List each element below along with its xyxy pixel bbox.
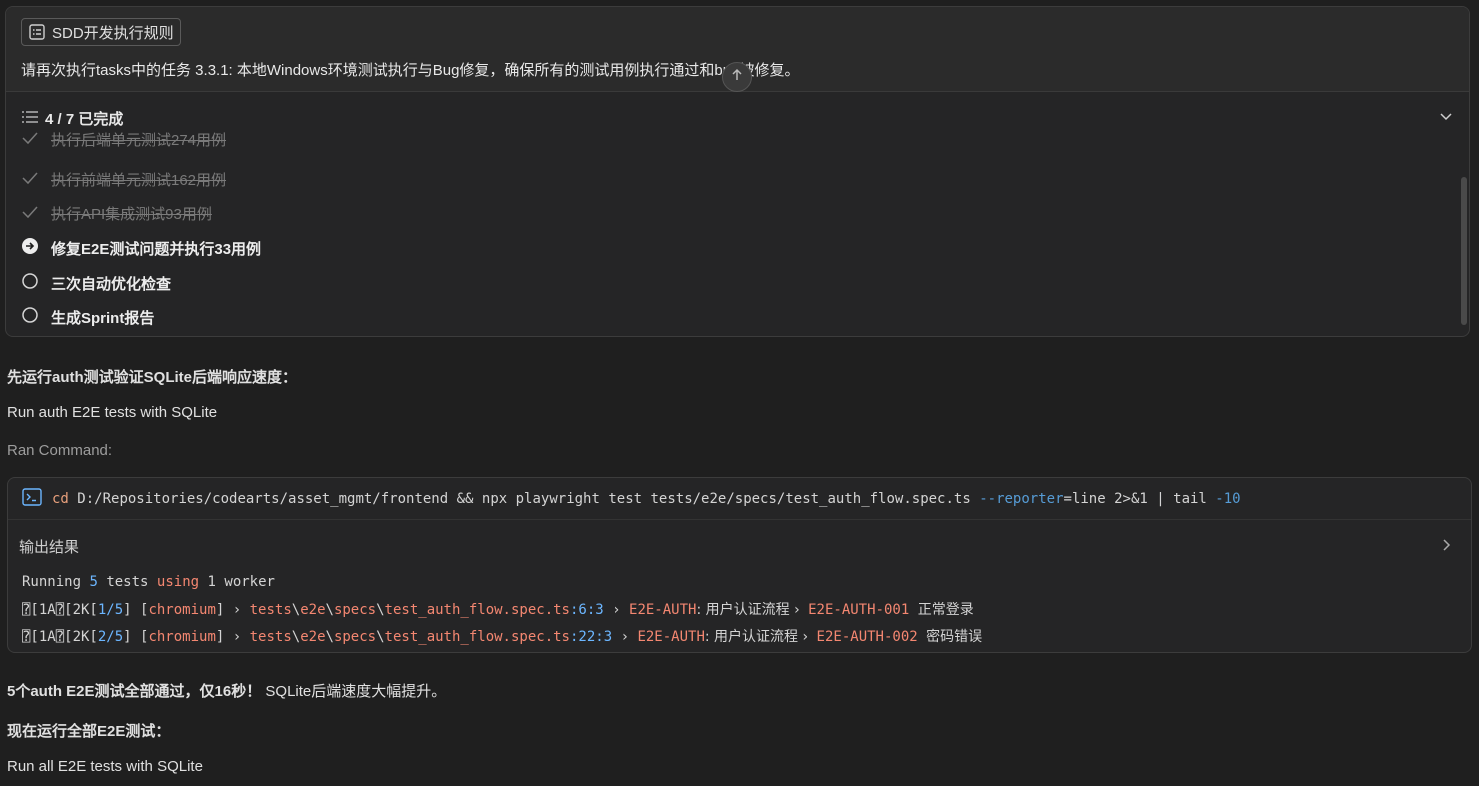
empty-circle-icon [21, 272, 39, 294]
output-line: Running 5 tests using 1 worker [22, 574, 275, 590]
cmd-npx: npx playwright test tests/e2e/specs/test… [481, 491, 971, 507]
intro-message: 先运行auth测试验证SQLite后端响应速度： [7, 369, 298, 386]
next-intro-message: 现在运行全部E2E测试： [7, 723, 171, 740]
prompt-header: SDD开发执行规则 请再次执行tasks中的任务 3.3.1: 本地Window… [6, 7, 1469, 92]
divider [8, 519, 1471, 520]
task-item: 执行前端单元测试162用例 [21, 169, 226, 190]
task-item: 三次自动优化检查 [21, 272, 171, 294]
checkmark-icon [21, 171, 39, 189]
chevron-down-icon [1439, 110, 1453, 127]
task-item-current: 修复E2E测试问题并执行33用例 [21, 237, 261, 259]
arrow-up-icon [730, 68, 744, 87]
cmd-and: && [456, 491, 474, 507]
cmd-pipe: | [1156, 491, 1165, 507]
checklist-icon [21, 109, 39, 129]
task-label: 修复E2E测试问题并执行33用例 [51, 240, 262, 258]
result-bold: 5个auth E2E测试全部通过，仅16秒！ [7, 683, 262, 700]
next-step-title: Run all E2E tests with SQLite [7, 758, 203, 775]
checkmark-icon [21, 205, 39, 223]
terminal-icon [22, 488, 42, 510]
command-line[interactable]: cd D:/Repositories/codearts/asset_mgmt/f… [22, 488, 1241, 510]
document-list-icon [28, 23, 46, 41]
cmd-tail-arg: -10 [1215, 491, 1241, 507]
rule-chip[interactable]: SDD开发执行规则 [21, 18, 181, 46]
output-body: Running 5 tests using 1 worker ⍰[1A⍰[2K[… [22, 573, 983, 652]
output-header[interactable]: 输出结果 [19, 536, 79, 557]
arrow-circle-icon [21, 237, 39, 259]
expand-output-button[interactable] [1441, 538, 1453, 557]
checkmark-icon [21, 131, 39, 149]
empty-circle-icon [21, 306, 39, 328]
result-message: 5个auth E2E测试全部通过，仅16秒！ SQLite后端速度大幅提升。 [7, 680, 446, 701]
task-label: 执行后端单元测试274用例 [51, 132, 227, 149]
step-title: Run auth E2E tests with SQLite [7, 404, 218, 421]
output-line: ⍰[1A⍰[2K[1/5] [chromium] › tests\e2e\spe… [22, 601, 974, 618]
task-label: 执行前端单元测试162用例 [51, 172, 227, 189]
command-block: cd D:/Repositories/codearts/asset_mgmt/f… [7, 477, 1472, 653]
collapse-button[interactable] [1439, 109, 1453, 128]
task-panel: SDD开发执行规则 请再次执行tasks中的任务 3.3.1: 本地Window… [5, 6, 1470, 337]
cmd-redir: 2>&1 [1114, 491, 1148, 507]
prompt-text: 请再次执行tasks中的任务 3.3.1: 本地Windows环境测试执行与Bu… [21, 62, 800, 79]
task-list-scrollbar[interactable] [1461, 177, 1467, 325]
progress-label: 4 / 7 已完成 [45, 111, 124, 128]
cmd-cd: cd [52, 491, 69, 507]
task-item: 执行API集成测试93用例 [21, 203, 212, 224]
ran-command-label: Ran Command: [7, 442, 113, 459]
task-label: 生成Sprint报告 [51, 309, 155, 327]
scroll-up-button[interactable] [722, 62, 752, 92]
task-label: 执行API集成测试93用例 [51, 206, 212, 223]
rule-chip-label: SDD开发执行规则 [52, 24, 174, 42]
cmd-path: D:/Repositories/codearts/asset_mgmt/fron… [77, 491, 449, 507]
cmd-flag-val: =line [1063, 491, 1106, 507]
cmd-tail: tail [1173, 491, 1207, 507]
result-normal: SQLite后端速度大幅提升。 [265, 683, 447, 700]
output-line: ⍰[1A⍰[2K[2/5] [chromium] › tests\e2e\spe… [22, 629, 983, 645]
chevron-right-icon [1441, 539, 1453, 556]
task-item: 执行后端单元测试274用例 [21, 129, 226, 150]
task-item: 生成Sprint报告 [21, 306, 154, 328]
cmd-flag: --reporter [979, 491, 1064, 507]
progress-summary[interactable]: 4 / 7 已完成 [21, 108, 134, 129]
task-label: 三次自动优化检查 [51, 275, 172, 293]
